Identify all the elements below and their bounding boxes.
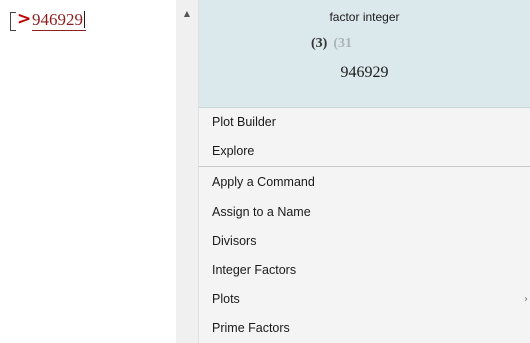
menu-item-integer-factors[interactable]: Integer Factors <box>199 256 530 285</box>
menu-item-label: Divisors <box>212 234 257 248</box>
preview-factorization: (3) (31 <box>311 36 352 52</box>
preview-result-value: 946929 <box>340 64 389 81</box>
menu-divider <box>199 166 530 167</box>
menu-item-divisors[interactable]: Divisors <box>199 227 530 256</box>
menu-item-label: Integer Factors <box>212 263 297 277</box>
context-menu: Plot Builder Explore Apply a Command Ass… <box>199 108 530 343</box>
menu-item-label: Prime Factors <box>212 321 290 335</box>
menu-item-label: Plot Builder <box>212 115 276 129</box>
math-input-field[interactable]: 946929 <box>32 10 86 31</box>
math-input-value: 946929 <box>32 10 83 29</box>
prime-factor: (31 <box>333 36 352 51</box>
input-prompt-icon: > <box>17 9 32 29</box>
menu-item-label: Explore <box>212 144 255 158</box>
menu-item-label: Apply a Command <box>212 175 315 189</box>
execution-group-bracket[interactable] <box>10 12 16 31</box>
context-panel-scrollbar[interactable]: ▲ <box>176 0 199 343</box>
submenu-chevron-icon: › <box>524 294 528 305</box>
menu-item-label: Plots <box>212 292 240 306</box>
menu-item-plots[interactable]: Plots › <box>199 285 530 314</box>
menu-item-label: Assign to a Name <box>212 205 311 219</box>
preview-title: factor integer <box>329 10 400 24</box>
menu-item-prime-factors[interactable]: Prime Factors <box>199 314 530 343</box>
prime-factor: (3) <box>311 36 328 51</box>
scroll-up-arrow-icon[interactable]: ▲ <box>176 8 198 20</box>
menu-item-assign-to-a-name[interactable]: Assign to a Name <box>199 198 530 227</box>
text-cursor <box>84 11 85 28</box>
menu-item-explore[interactable]: Explore <box>199 137 530 166</box>
context-preview-pane: factor integer (3) (31 946929 <box>199 0 530 108</box>
menu-item-apply-a-command[interactable]: Apply a Command <box>199 168 530 197</box>
menu-item-plot-builder[interactable]: Plot Builder <box>199 108 530 137</box>
